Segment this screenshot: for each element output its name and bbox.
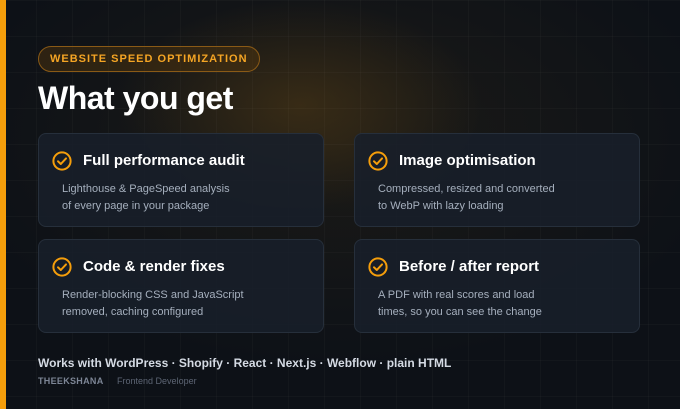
check-circle-icon bbox=[368, 257, 388, 277]
feature-description: A PDF with real scores and load times, s… bbox=[378, 287, 608, 320]
author-line: THEEKSHANA Frontend Developer bbox=[38, 375, 197, 387]
check-circle-icon bbox=[52, 151, 72, 171]
feature-description-line: Lighthouse & PageSpeed analysis bbox=[62, 183, 230, 195]
feature-title: Before / after report bbox=[399, 258, 540, 275]
feature-title: Full performance audit bbox=[83, 152, 245, 169]
category-badge: WEBSITE SPEED OPTIMIZATION bbox=[38, 46, 260, 72]
feature-description: Compressed, resized and converted to Web… bbox=[378, 181, 608, 214]
feature-description: Lighthouse & PageSpeed analysis of every… bbox=[62, 181, 292, 214]
supported-platforms: Works with WordPress · Shopify · React ·… bbox=[38, 356, 452, 370]
feature-description-line: A PDF with real scores and load bbox=[378, 289, 535, 301]
feature-title: Image optimisation bbox=[399, 152, 536, 169]
feature-description: Render-blocking CSS and JavaScript remov… bbox=[62, 287, 292, 320]
feature-title: Code & render fixes bbox=[83, 258, 225, 275]
author-role: Frontend Developer bbox=[117, 376, 197, 386]
check-circle-icon bbox=[52, 257, 72, 277]
promo-card: WEBSITE SPEED OPTIMIZATION What you get … bbox=[0, 0, 680, 409]
feature-description-line: times, so you can see the change bbox=[378, 305, 542, 318]
author-name: THEEKSHANA bbox=[38, 376, 104, 386]
feature-card-code: Code & render fixes Render-blocking CSS … bbox=[38, 239, 324, 333]
feature-description-line: removed, caching configured bbox=[62, 305, 204, 318]
check-circle-icon bbox=[368, 151, 388, 171]
feature-description-line: Compressed, resized and converted bbox=[378, 183, 555, 195]
page-title: What you get bbox=[38, 80, 233, 116]
feature-card-images: Image optimisation Compressed, resized a… bbox=[354, 133, 640, 227]
accent-bar bbox=[0, 0, 6, 409]
feature-description-line: to WebP with lazy loading bbox=[378, 199, 504, 212]
feature-description-line: of every page in your package bbox=[62, 199, 210, 212]
feature-description-line: Render-blocking CSS and JavaScript bbox=[62, 289, 244, 301]
feature-card-report: Before / after report A PDF with real sc… bbox=[354, 239, 640, 333]
feature-card-audit: Full performance audit Lighthouse & Page… bbox=[38, 133, 324, 227]
